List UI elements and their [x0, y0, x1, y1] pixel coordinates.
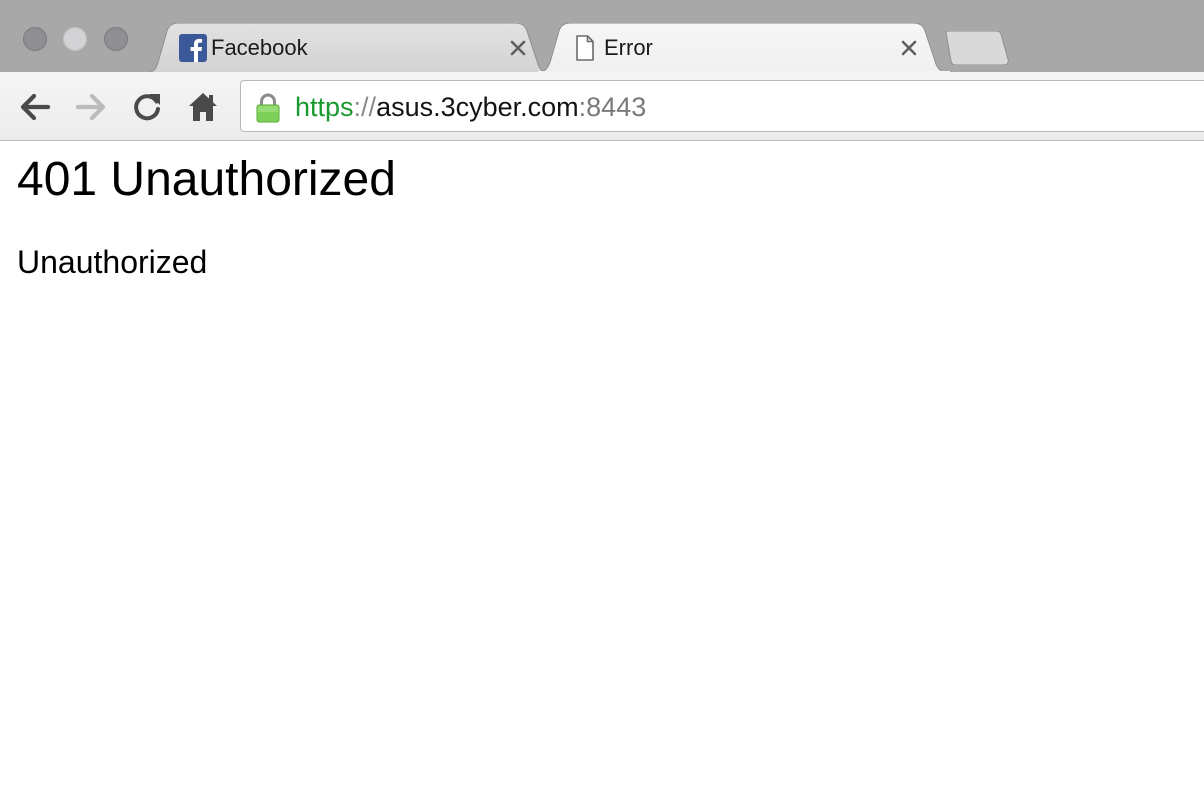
url-port: :8443 [578, 92, 647, 122]
url-text[interactable]: https://asus.3cyber.com:8443 [295, 91, 646, 123]
page-content: 401 Unauthorized Unauthorized [0, 141, 1204, 812]
document-icon [576, 35, 594, 61]
window-maximize-button[interactable] [104, 27, 128, 51]
tab-title: Error [604, 35, 653, 60]
back-arrow-icon[interactable] [18, 90, 52, 124]
url-host: asus.3cyber.com [376, 92, 579, 122]
error-message: Unauthorized [17, 244, 208, 280]
close-icon[interactable] [898, 37, 920, 59]
url-separator: :// [353, 92, 377, 122]
address-bar[interactable]: https://asus.3cyber.com:8443 [240, 80, 1204, 132]
window-close-button[interactable] [23, 27, 47, 51]
lock-icon[interactable] [255, 93, 281, 123]
tab-error[interactable]: Error [537, 23, 951, 73]
tab-facebook[interactable]: Facebook [145, 23, 549, 73]
tab-strip: Facebook Error [0, 0, 1204, 73]
close-icon[interactable] [507, 37, 529, 59]
tab-title: Facebook [211, 35, 308, 60]
forward-arrow-icon[interactable] [74, 90, 108, 124]
url-scheme: https [295, 92, 354, 122]
home-icon[interactable] [186, 90, 220, 124]
facebook-icon [179, 34, 207, 62]
reload-icon[interactable] [130, 90, 164, 124]
browser-toolbar: https://asus.3cyber.com:8443 [0, 72, 1204, 141]
tab-background [537, 23, 951, 73]
new-tab-button[interactable] [942, 31, 1010, 65]
browser-window: Facebook Error https://asus.3cyber.com:8… [0, 0, 1204, 812]
page-title: 401 Unauthorized [17, 153, 396, 206]
window-minimize-button[interactable] [63, 27, 87, 51]
